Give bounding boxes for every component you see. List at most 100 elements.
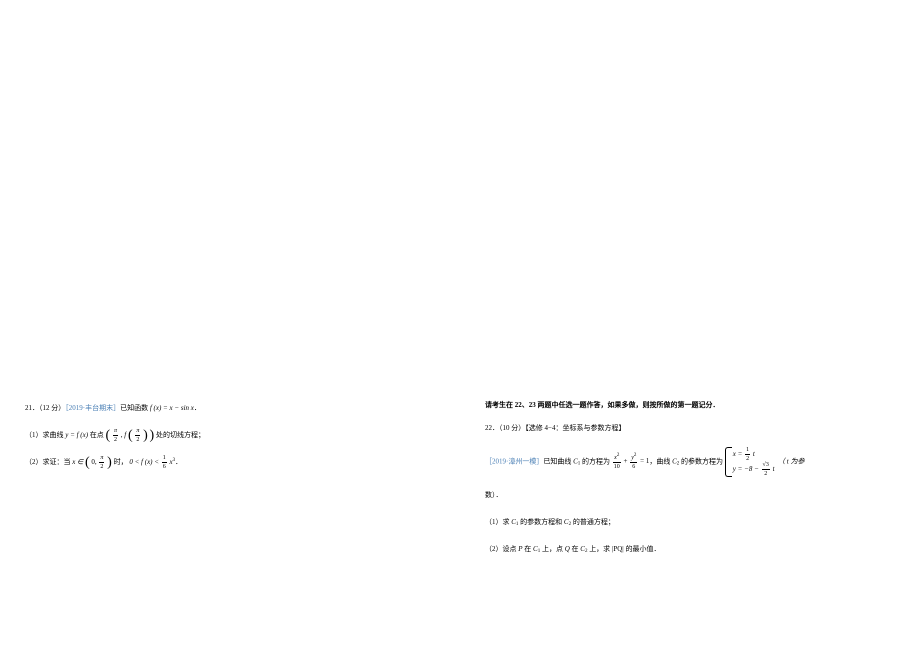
p22-source: ［2019·漳州一模］ xyxy=(485,457,543,465)
p22-part1-end: 的普通方程； xyxy=(573,518,615,526)
p22-part2-pq: |PQ| xyxy=(612,545,624,553)
paren-open: ( xyxy=(85,455,90,470)
num: π xyxy=(135,428,140,436)
den: 2 xyxy=(99,463,104,470)
p21-func: f (x) = x − sin x xyxy=(150,404,194,412)
p22-part2-c2-sub: 2 xyxy=(585,549,588,554)
param-brace: x = 1 2 t y = −8 − √3 2 t xyxy=(725,447,775,477)
den: 6 xyxy=(630,463,637,470)
p21-source: ［2019·丰台期末］ xyxy=(65,404,120,412)
p22-intro-a: 已知曲线 xyxy=(543,457,571,465)
p22-main: ［2019·漳州一模］已知曲线 C1 的方程为 x2 10 + y2 6 = 1… xyxy=(485,447,895,477)
p22-part2-q: Q xyxy=(565,545,570,553)
paren-close-inner: ) xyxy=(143,428,148,443)
p22-number: 22．（10 分） xyxy=(485,424,525,432)
ellipse-eq: x2 10 + y2 6 = 1 xyxy=(612,453,650,470)
f-of: f xyxy=(124,431,126,439)
plus: + xyxy=(624,457,630,465)
p22-part1-c2-sub: 2 xyxy=(569,522,572,527)
frac-sqrt3-2: √3 2 xyxy=(762,462,770,477)
interval-a: 0, xyxy=(91,458,98,466)
frac-1-2: 1 2 xyxy=(745,447,750,462)
p21-part1-curve: y = f (x) xyxy=(65,431,88,439)
p21-part2-when: 时， xyxy=(114,458,128,466)
page-container: 21．（12 分）［2019·丰台期末］已知函数 f (x) = x − sin… xyxy=(0,0,920,651)
p21-part1-at: 在点 xyxy=(90,431,104,439)
num: 1 xyxy=(162,455,167,463)
p22-topic: 【选修 4−4：坐标系与参数方程】 xyxy=(525,424,625,432)
p22-part2-up: 上，点 xyxy=(542,545,565,553)
pow: 2 xyxy=(617,453,620,458)
frac-pi-2-b: π 2 xyxy=(135,428,140,443)
p22-part2-label: （2）设点 xyxy=(485,545,517,553)
p21-part1: （1）求曲线 y = f (x) 在点 ( π 2 , f ( π 2 xyxy=(25,427,435,444)
t1: t xyxy=(753,450,755,458)
p22-part1-label: （1）求 xyxy=(485,518,510,526)
param-note-2: 数）． xyxy=(485,491,503,499)
problem-21: 21．（12 分）［2019·丰台期末］已知函数 f (x) = x − sin… xyxy=(25,400,435,470)
den: 2 xyxy=(762,470,770,477)
p22-part2-end: 的最小值． xyxy=(625,545,660,553)
equals: = 1 xyxy=(640,457,649,465)
den: 2 xyxy=(113,436,118,443)
den: 2 xyxy=(135,436,140,443)
p21-part2-var: x ∈ xyxy=(72,458,83,466)
p22-part2-on1: 在 xyxy=(524,545,533,553)
num: √3 xyxy=(762,462,770,470)
p22-intro-c: ，曲线 xyxy=(649,457,670,465)
frac-x2-10: x2 10 xyxy=(613,453,621,470)
p21-intro: 已知函数 xyxy=(120,404,148,412)
p21-part1-point: ( π 2 , f ( π 2 ) ) xyxy=(106,427,155,444)
right-column: 请考生在 22、23 两题中任选一题作答，如果多做，则按所做的第一题记分． 22… xyxy=(460,0,920,651)
c2-sub: 2 xyxy=(677,461,680,466)
p21-ineq-left: 0 < f (x) < xyxy=(129,458,160,466)
c1-sub: 1 xyxy=(578,461,581,466)
p22-part1-c1-sub: 1 xyxy=(516,522,519,527)
p21-number: 21．（12 分） xyxy=(25,404,65,412)
y-eq: y = −8 − xyxy=(733,465,761,473)
t2: t xyxy=(773,465,775,473)
num: x2 xyxy=(613,453,621,463)
problem-22-header: 22．（10 分）【选修 4−4：坐标系与参数方程】 xyxy=(485,420,895,437)
den: 6 xyxy=(162,463,167,470)
p22-part2-p: P xyxy=(518,545,522,553)
paren-close: ) xyxy=(107,455,112,470)
paren-open: ( xyxy=(106,428,111,443)
problem-21-header: 21．（12 分）［2019·丰台期末］已知函数 f (x) = x − sin… xyxy=(25,400,435,417)
p21-period: ． xyxy=(194,404,201,412)
p21-part1-label: （1）求曲线 xyxy=(25,431,64,439)
p21-part1-end: 处的切线方程； xyxy=(156,431,205,439)
brace-line-2: y = −8 − √3 2 t xyxy=(733,462,775,477)
paren-open-inner: ( xyxy=(128,428,133,443)
p21-part2-interval: ( 0, π 2 ) xyxy=(85,454,112,471)
num: π xyxy=(113,428,118,436)
p21-part2-period: ． xyxy=(175,458,182,466)
num: 1 xyxy=(745,447,750,455)
problem-22: 22．（10 分）【选修 4−4：坐标系与参数方程】 ［2019·漳州一模］已知… xyxy=(485,420,895,558)
p22-part2-up2: 上，求 xyxy=(589,545,610,553)
p22-intro-d: 的参数方程为 xyxy=(681,457,723,465)
p22-part2: （2）设点 P 在 C1 上，点 Q 在 C2 上，求 |PQ| 的最小值． xyxy=(485,541,895,558)
paren-close: ) xyxy=(150,428,155,443)
den: 10 xyxy=(613,463,621,470)
p22-part1-mid: 的参数方程和 xyxy=(520,518,562,526)
x-eq: x = xyxy=(733,450,744,458)
p22-part2-c1-sub: 1 xyxy=(538,549,541,554)
p22-part1: （1）求 C1 的参数方程和 C2 的普通方程； xyxy=(485,514,895,531)
brace-line-1: x = 1 2 t xyxy=(733,447,775,462)
left-column: 21．（12 分）［2019·丰台期末］已知函数 f (x) = x − sin… xyxy=(0,0,460,651)
instruction: 请考生在 22、23 两题中任选一题作答，如果多做，则按所做的第一题记分． xyxy=(485,400,895,410)
pow: 2 xyxy=(634,453,637,458)
num: π xyxy=(99,455,104,463)
den: 2 xyxy=(745,455,750,462)
p21-part2-label: （2）求证：当 xyxy=(25,458,71,466)
frac-1-6: 1 6 xyxy=(162,455,167,470)
frac-pi-2-c: π 2 xyxy=(99,455,104,470)
p22-part2-on2: 在 xyxy=(572,545,581,553)
p22-intro-b: 的方程为 xyxy=(582,457,610,465)
frac-y2-6: y2 6 xyxy=(630,453,637,470)
p21-part2: （2）求证：当 x ∈ ( 0, π 2 ) 时， 0 < f (x) < 1 … xyxy=(25,454,435,471)
p22-param-cont: 数）． xyxy=(485,487,895,504)
frac-pi-2-a: π 2 xyxy=(113,428,118,443)
num: y2 xyxy=(630,453,637,463)
